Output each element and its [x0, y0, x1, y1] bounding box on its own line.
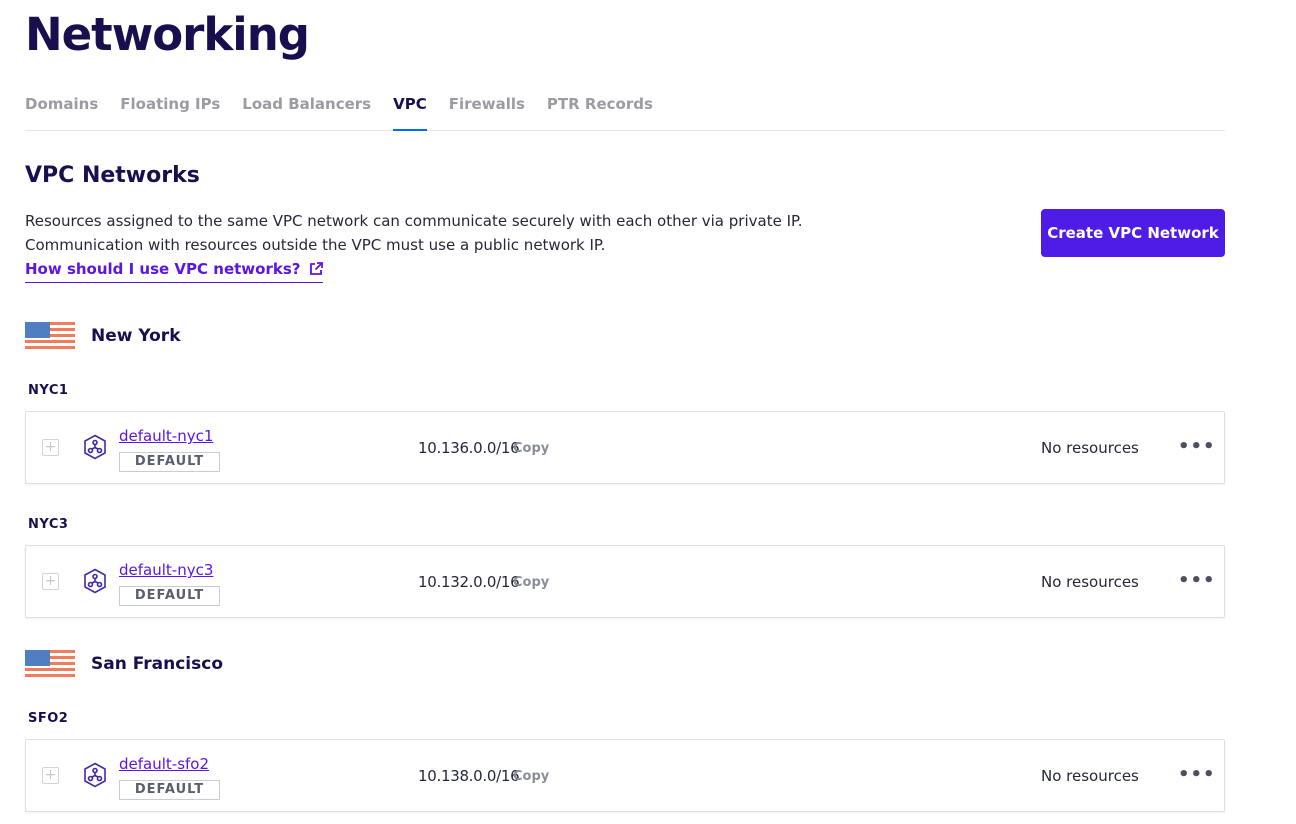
region-name: New York — [91, 326, 181, 346]
section-description: Resources assigned to the same VPC netwo… — [25, 209, 802, 283]
tab-load-balancers[interactable]: Load Balancers — [242, 92, 371, 126]
description-line-2: Communication with resources outside the… — [25, 236, 606, 254]
expand-toggle[interactable]: + — [42, 767, 59, 784]
vpc-network-icon — [82, 762, 108, 792]
section-title: VPC Networks — [25, 163, 200, 188]
datacenter-label: SFO2 — [28, 711, 69, 726]
default-badge: DEFAULT — [119, 780, 220, 800]
datacenter-label: NYC1 — [28, 383, 69, 398]
region-new-york: New York — [25, 322, 181, 350]
vpc-row: + default-nyc3 DEFAULT 10.132.0.0/16 Cop… — [25, 545, 1225, 618]
copy-button[interactable]: Copy — [513, 575, 549, 590]
copy-button[interactable]: Copy — [513, 441, 549, 456]
datacenter-label: NYC3 — [28, 517, 69, 532]
tab-floating-ips[interactable]: Floating IPs — [120, 92, 220, 126]
more-actions-icon[interactable]: ••• — [1178, 436, 1216, 457]
ip-range: 10.132.0.0/16 — [418, 573, 520, 591]
description-line-1: Resources assigned to the same VPC netwo… — [25, 212, 803, 230]
more-actions-icon[interactable]: ••• — [1178, 570, 1216, 591]
vpc-name-link[interactable]: default-nyc3 — [119, 561, 213, 579]
vpc-network-icon — [82, 434, 108, 464]
tab-domains[interactable]: Domains — [25, 92, 98, 126]
copy-button[interactable]: Copy — [513, 769, 549, 784]
vpc-row: + default-nyc1 DEFAULT 10.136.0.0/16 Cop… — [25, 411, 1225, 484]
region-san-francisco: San Francisco — [25, 650, 223, 678]
default-badge: DEFAULT — [119, 586, 220, 606]
tab-firewalls[interactable]: Firewalls — [449, 92, 525, 126]
default-badge: DEFAULT — [119, 452, 220, 472]
resources-count: No resources — [1041, 767, 1139, 785]
region-name: San Francisco — [91, 654, 223, 674]
expand-toggle[interactable]: + — [42, 573, 59, 590]
tab-ptr-records[interactable]: PTR Records — [547, 92, 653, 126]
help-link[interactable]: How should I use VPC networks? — [25, 258, 323, 283]
resources-count: No resources — [1041, 439, 1139, 457]
more-actions-icon[interactable]: ••• — [1178, 764, 1216, 785]
us-flag-icon — [25, 650, 75, 678]
vpc-row: + default-sfo2 DEFAULT 10.138.0.0/16 Cop… — [25, 739, 1225, 812]
external-link-icon — [309, 260, 323, 282]
resources-count: No resources — [1041, 573, 1139, 591]
us-flag-icon — [25, 322, 75, 350]
help-link-text: How should I use VPC networks? — [25, 260, 301, 278]
vpc-name-link[interactable]: default-sfo2 — [119, 755, 209, 773]
create-vpc-network-button[interactable]: Create VPC Network — [1041, 209, 1225, 257]
tab-vpc[interactable]: VPC — [393, 92, 427, 131]
page-title: Networking — [25, 8, 310, 61]
ip-range: 10.138.0.0/16 — [418, 767, 520, 785]
vpc-name-link[interactable]: default-nyc1 — [119, 427, 213, 445]
vpc-network-icon — [82, 568, 108, 598]
networking-tabs: Domains Floating IPs Load Balancers VPC … — [25, 92, 1225, 131]
ip-range: 10.136.0.0/16 — [418, 439, 520, 457]
expand-toggle[interactable]: + — [42, 439, 59, 456]
